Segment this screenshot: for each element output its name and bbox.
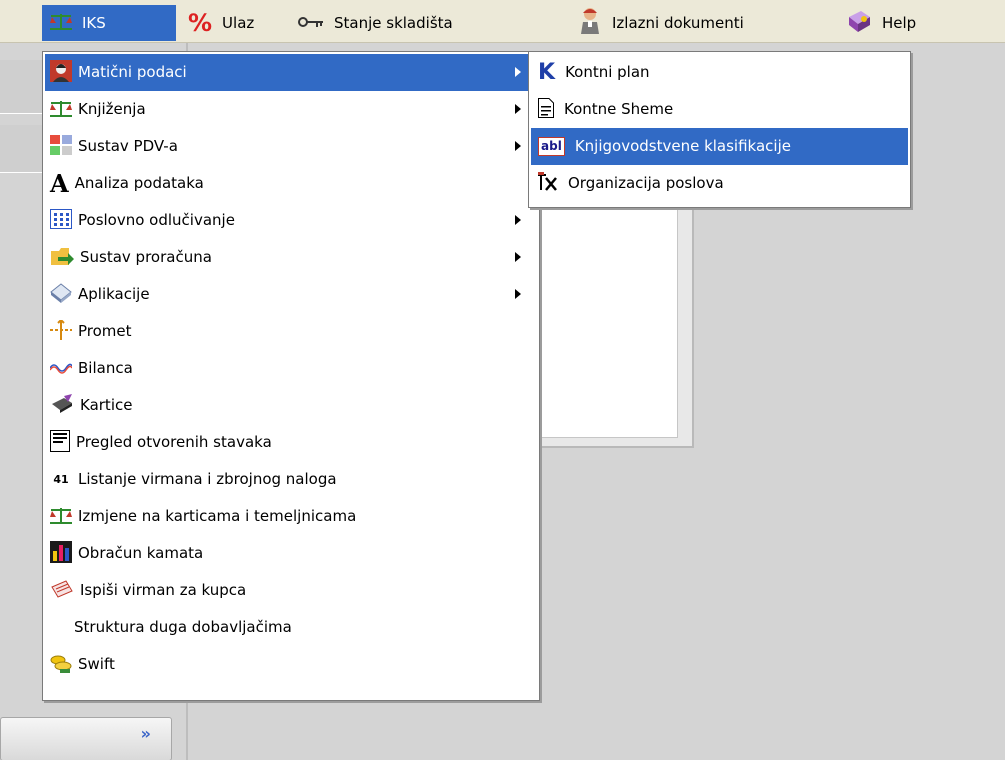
menu-item-label: Analiza podataka — [74, 174, 204, 192]
menu-item-label: Kontni plan — [565, 63, 650, 81]
menu-item-label: Matični podaci — [78, 63, 187, 81]
percent-icon: % — [188, 9, 213, 37]
menubar-izlazni-dokumenti[interactable]: Izlazni dokumenti — [570, 5, 752, 41]
menubar-iks-label: IKS — [82, 14, 106, 32]
menu-item-sustav-pdv[interactable]: Sustav PDV-a — [45, 128, 537, 165]
submenu-arrow-icon — [515, 215, 521, 225]
menu-item-label: Kontne Sheme — [564, 100, 674, 118]
chevron-down-icon: » — [140, 724, 151, 743]
menu-item-label: Pregled otvorenih stavaka — [76, 433, 272, 451]
menu-bar: IKS % Ulaz Stanje skladišta Izlazni doku… — [0, 0, 1005, 43]
menu-item-struktura-duga[interactable]: Struktura duga dobavljačima — [45, 609, 537, 646]
menu-item-label: Sustav PDV-a — [78, 137, 178, 155]
house-icon — [50, 282, 72, 308]
menubar-stanje-skladista-label: Stanje skladišta — [334, 14, 453, 32]
menu-item-label: Promet — [78, 322, 132, 340]
menu-item-promet[interactable]: Promet — [45, 313, 537, 350]
key-icon — [298, 14, 324, 32]
wave-icon — [49, 360, 73, 378]
menu-item-label: Knjigovodstvene klasifikacije — [574, 137, 791, 155]
left-panel-expander[interactable]: » — [0, 717, 172, 760]
menu-item-pregled-otvorenih-stavaka[interactable]: Pregled otvorenih stavaka — [45, 424, 537, 461]
menubar-iks[interactable]: IKS — [42, 5, 176, 41]
list-doc-icon — [50, 429, 70, 456]
submenu-arrow-icon — [515, 67, 521, 77]
menu-item-analiza-podataka[interactable]: A Analiza podataka — [45, 165, 537, 202]
submenu-item-kontni-plan[interactable]: K Kontni plan — [531, 54, 908, 91]
menubar-help[interactable]: Help — [838, 5, 924, 41]
tax-grid-icon — [50, 134, 72, 159]
menubar-izlazni-dokumenti-label: Izlazni dokumenti — [612, 14, 744, 32]
menu-item-obracun-kamata[interactable]: Obračun kamata — [45, 535, 537, 572]
submenu-arrow-icon — [515, 289, 521, 299]
dots-grid-icon — [50, 208, 72, 233]
scale-icon — [50, 99, 72, 121]
menu-item-label: Listanje virmana i zbrojnog naloga — [78, 470, 337, 488]
menu-item-label: Swift — [78, 655, 115, 673]
pen-doc-icon — [50, 579, 74, 603]
menu-item-label: Ispiši virman za kupca — [80, 581, 247, 599]
scale-icon — [50, 12, 72, 34]
card-icon — [50, 393, 74, 418]
tx-icon — [538, 171, 558, 196]
submenu-item-knjigovodstvene-klasifikacije[interactable]: abl Knjigovodstvene klasifikacije — [531, 128, 908, 165]
menu-item-ispisi-virman[interactable]: Ispiši virman za kupca — [45, 572, 537, 609]
menu-item-label: Aplikacije — [78, 285, 150, 303]
menubar-stanje-skladista[interactable]: Stanje skladišta — [290, 5, 461, 41]
menu-item-bilanca[interactable]: Bilanca — [45, 350, 537, 387]
submenu-arrow-icon — [515, 141, 521, 151]
abl-icon: abl — [538, 137, 565, 156]
maticni-podaci-submenu: K Kontni plan Kontne Sheme abl Knjigovod… — [528, 51, 911, 208]
menu-item-label: Knjiženja — [78, 100, 146, 118]
menu-item-label: Bilanca — [78, 359, 133, 377]
menu-item-maticni-podaci[interactable]: Matični podaci — [45, 54, 537, 91]
menubar-ulaz[interactable]: % Ulaz — [180, 5, 262, 41]
scale-icon — [50, 506, 72, 528]
letter-a-icon: A — [50, 168, 69, 198]
menu-item-knjizenja[interactable]: Knjiženja — [45, 91, 537, 128]
bar-chart-icon — [50, 540, 72, 567]
submenu-arrow-icon — [515, 252, 521, 262]
menu-item-aplikacije[interactable]: Aplikacije — [45, 276, 537, 313]
menu-item-label: Poslovno odlučivanje — [78, 211, 235, 229]
menu-item-poslovno-odlucivanje[interactable]: Poslovno odlučivanje — [45, 202, 537, 239]
help-book-icon — [846, 9, 872, 37]
submenu-item-kontne-sheme[interactable]: Kontne Sheme — [531, 91, 908, 128]
submenu-item-organizacija-poslova[interactable]: Organizacija poslova — [531, 165, 908, 202]
menu-item-listanje-virmana[interactable]: 41 Listanje virmana i zbrojnog naloga — [45, 461, 537, 498]
number-41-icon: 41 — [53, 473, 69, 486]
menu-item-swift[interactable]: Swift — [45, 646, 537, 683]
menu-item-label: Kartice — [80, 396, 133, 414]
menubar-help-label: Help — [882, 14, 917, 32]
person-icon — [578, 7, 602, 39]
document-icon — [538, 97, 554, 122]
menu-item-label: Sustav proračuna — [80, 248, 212, 266]
menu-item-label: Izmjene na karticama i temeljnicama — [78, 507, 357, 525]
iks-dropdown-menu: Matični podaci Knjiženja Sustav PDV-a A … — [42, 51, 540, 701]
menu-item-label: Organizacija poslova — [568, 174, 724, 192]
submenu-arrow-icon — [515, 104, 521, 114]
menu-item-sustav-proracuna[interactable]: Sustav proračuna — [45, 239, 537, 276]
arrows-icon — [50, 318, 72, 344]
folder-arrow-icon — [50, 245, 74, 271]
menu-item-izmjene-na-karticama[interactable]: Izmjene na karticama i temeljnicama — [45, 498, 537, 535]
coins-icon — [50, 652, 72, 678]
menubar-ulaz-label: Ulaz — [222, 14, 255, 32]
menu-item-kartice[interactable]: Kartice — [45, 387, 537, 424]
menu-item-label: Obračun kamata — [78, 544, 204, 562]
letter-k-icon: K — [538, 59, 556, 85]
avatar-icon — [50, 59, 72, 86]
menu-item-label: Struktura duga dobavljačima — [74, 618, 292, 636]
